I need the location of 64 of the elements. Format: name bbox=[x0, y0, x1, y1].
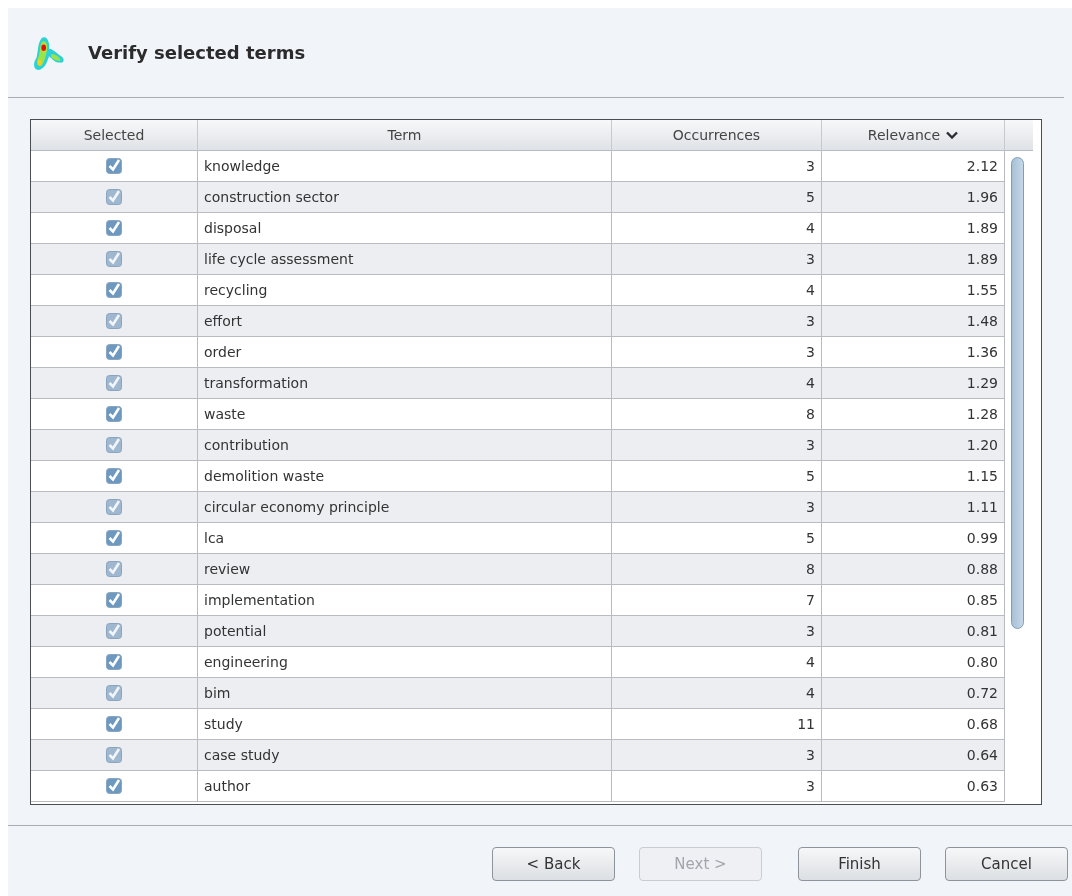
relevance-cell: 1.29 bbox=[822, 368, 1005, 399]
relevance-cell: 0.64 bbox=[822, 740, 1005, 771]
term-cell: case study bbox=[198, 740, 612, 771]
occurrences-cell: 3 bbox=[612, 492, 822, 523]
column-header[interactable]: Relevance bbox=[822, 120, 1005, 151]
relevance-cell: 0.63 bbox=[822, 771, 1005, 802]
scrollbar-thumb[interactable] bbox=[1011, 157, 1024, 629]
relevance-cell: 1.89 bbox=[822, 244, 1005, 275]
occurrences-cell: 3 bbox=[612, 430, 822, 461]
relevance-cell: 1.96 bbox=[822, 182, 1005, 213]
relevance-cell: 1.48 bbox=[822, 306, 1005, 337]
term-cell: life cycle assessment bbox=[198, 244, 612, 275]
relevance-cell: 1.11 bbox=[822, 492, 1005, 523]
checkbox[interactable] bbox=[106, 499, 122, 515]
checkbox[interactable] bbox=[106, 623, 122, 639]
checkbox[interactable] bbox=[106, 592, 122, 608]
term-cell: contribution bbox=[198, 430, 612, 461]
column-header[interactable]: Occurrences bbox=[612, 120, 822, 151]
occurrences-cell: 3 bbox=[612, 306, 822, 337]
column-header[interactable]: Term bbox=[198, 120, 612, 151]
occurrences-cell: 3 bbox=[612, 740, 822, 771]
occurrences-cell: 3 bbox=[612, 616, 822, 647]
checkbox[interactable] bbox=[106, 468, 122, 484]
wizard-button[interactable]: Finish bbox=[798, 847, 921, 881]
checkbox[interactable] bbox=[106, 685, 122, 701]
checkbox[interactable] bbox=[106, 251, 122, 267]
dialog-title: Verify selected terms bbox=[88, 42, 306, 63]
occurrences-cell: 5 bbox=[612, 182, 822, 213]
column-header[interactable]: Selected bbox=[31, 120, 198, 151]
term-cell: transformation bbox=[198, 368, 612, 399]
checkbox[interactable] bbox=[106, 437, 122, 453]
term-cell: bim bbox=[198, 678, 612, 709]
term-cell: author bbox=[198, 771, 612, 802]
checkbox[interactable] bbox=[106, 344, 122, 360]
occurrences-cell: 3 bbox=[612, 771, 822, 802]
term-cell: effort bbox=[198, 306, 612, 337]
occurrences-cell: 8 bbox=[612, 554, 822, 585]
term-cell: construction sector bbox=[198, 182, 612, 213]
checkbox[interactable] bbox=[106, 747, 122, 763]
occurrences-cell: 4 bbox=[612, 678, 822, 709]
wizard-button[interactable]: < Back bbox=[492, 847, 615, 881]
checkbox[interactable] bbox=[106, 282, 122, 298]
checkbox[interactable] bbox=[106, 406, 122, 422]
checkbox[interactable] bbox=[106, 189, 122, 205]
occurrences-cell: 4 bbox=[612, 368, 822, 399]
checkbox[interactable] bbox=[106, 561, 122, 577]
checkbox[interactable] bbox=[106, 654, 122, 670]
term-cell: review bbox=[198, 554, 612, 585]
occurrences-cell: 3 bbox=[612, 244, 822, 275]
checkbox[interactable] bbox=[106, 778, 122, 794]
checkbox[interactable] bbox=[106, 530, 122, 546]
checkbox[interactable] bbox=[106, 220, 122, 236]
relevance-cell: 0.88 bbox=[822, 554, 1005, 585]
relevance-cell: 1.20 bbox=[822, 430, 1005, 461]
checkbox[interactable] bbox=[106, 313, 122, 329]
checkbox[interactable] bbox=[106, 716, 122, 732]
relevance-cell: 0.81 bbox=[822, 616, 1005, 647]
wizard-button[interactable]: Cancel bbox=[945, 847, 1068, 881]
checkbox[interactable] bbox=[106, 158, 122, 174]
relevance-cell: 0.72 bbox=[822, 678, 1005, 709]
term-cell: circular economy principle bbox=[198, 492, 612, 523]
checkbox[interactable] bbox=[106, 375, 122, 391]
term-cell: potential bbox=[198, 616, 612, 647]
header-corner bbox=[1005, 120, 1033, 151]
